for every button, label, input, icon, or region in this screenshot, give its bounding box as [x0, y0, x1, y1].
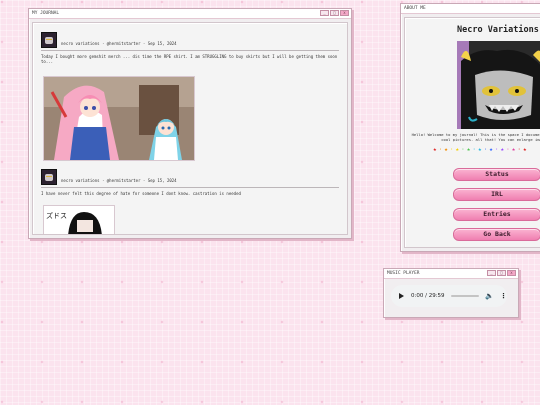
avatar[interactable] — [41, 169, 57, 185]
close-button[interactable]: x — [340, 10, 349, 16]
maximize-button[interactable]: □ — [497, 270, 506, 276]
maximize-button[interactable]: □ — [330, 10, 339, 16]
more-options-icon[interactable]: ⋮ — [500, 292, 507, 300]
manga-panel: ズドス — [44, 206, 114, 234]
entries-button[interactable]: Entries — [453, 208, 540, 221]
journal-feed[interactable]: necro variations · @hermitstarter · Sep … — [32, 22, 348, 235]
avatar[interactable] — [41, 32, 57, 48]
irl-button[interactable]: IRL — [453, 188, 540, 201]
divider — [41, 50, 339, 51]
seek-bar[interactable] — [450, 295, 480, 297]
minimize-button[interactable]: _ — [487, 270, 496, 276]
manga-sfx: ズドス — [46, 211, 67, 220]
about-bio: Hello! Welcome to my journal! This is th… — [411, 132, 540, 142]
profile-image[interactable] — [457, 41, 540, 129]
post-text: I have never felt this degree of hate fo… — [41, 191, 241, 196]
anime-illustration — [44, 77, 194, 160]
star-icon: ★ — [523, 146, 529, 153]
star-divider: ★·★·★·★·★·★·★·★·★ — [433, 146, 540, 154]
music-titlebar[interactable]: MUSIC PLAYER _ □ x — [384, 269, 518, 279]
about-panel: Necro Variations Hello! Welcome to my jo… — [404, 17, 540, 248]
about-window: ABOUT ME Necro Variations Hello! Welcome… — [400, 3, 540, 252]
divider — [41, 187, 339, 188]
about-titlebar[interactable]: ABOUT ME — [401, 4, 540, 14]
music-window: MUSIC PLAYER _ □ x 0:00 / 29:59 🔈 ⋮ — [383, 268, 519, 318]
play-icon[interactable] — [399, 293, 404, 299]
minimize-button[interactable]: _ — [320, 10, 329, 16]
time-readout: 0:00 / 29:59 — [411, 293, 445, 299]
post-text: Today I bought more gemshit merch ... di… — [41, 54, 338, 64]
journal-title: MY JOURNAL — [32, 11, 60, 16]
troll-portrait — [457, 41, 540, 129]
close-button[interactable]: x — [507, 270, 516, 276]
status-button[interactable]: Status — [453, 168, 540, 181]
about-heading: Necro Variations — [457, 25, 539, 35]
about-title: ABOUT ME — [404, 6, 426, 11]
post: necro variations · @hermitstarter · Sep … — [41, 32, 339, 64]
audio-player: 0:00 / 29:59 🔈 ⋮ — [391, 285, 507, 307]
music-title: MUSIC PLAYER — [387, 271, 420, 276]
post: necro variations · @hermitstarter · Sep … — [41, 169, 339, 196]
journal-titlebar[interactable]: MY JOURNAL _ □ x — [29, 9, 351, 19]
post-image-manga[interactable]: ズドス — [43, 205, 115, 234]
journal-window: MY JOURNAL _ □ x necro variations · @her… — [28, 8, 352, 239]
go-back-button[interactable]: Go Back — [453, 228, 540, 241]
volume-icon[interactable]: 🔈 — [485, 292, 494, 300]
post-image-anime[interactable] — [43, 76, 195, 161]
post-meta: necro variations · @hermitstarter · Sep … — [61, 41, 177, 46]
post-meta: necro variations · @hermitstarter · Sep … — [61, 178, 177, 183]
